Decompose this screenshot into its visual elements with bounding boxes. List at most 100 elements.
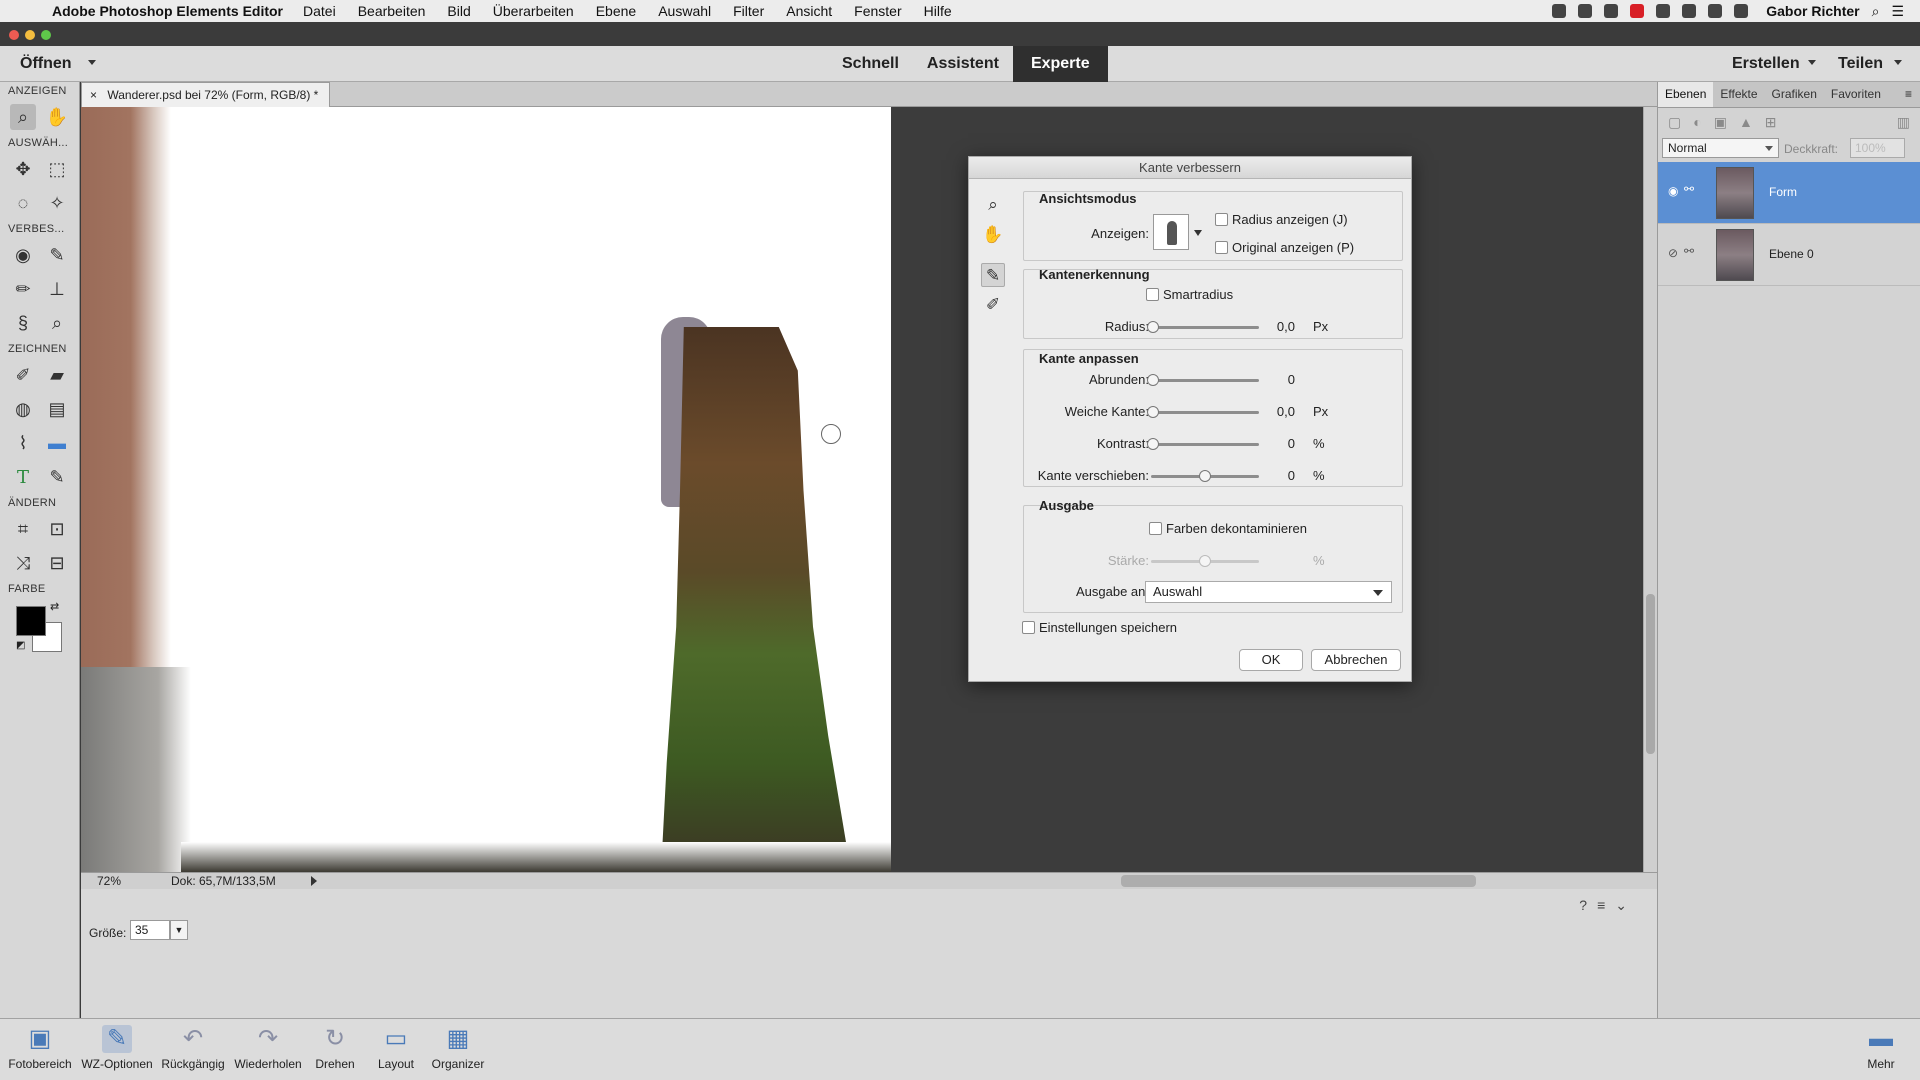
options-menu-icon[interactable]: ≡ xyxy=(1597,897,1615,913)
contrast-slider[interactable] xyxy=(1147,438,1259,450)
chevron-down-icon[interactable] xyxy=(88,60,96,65)
lock-icon[interactable]: ▲ xyxy=(1739,114,1753,130)
clock-icon[interactable] xyxy=(1682,4,1697,18)
link-icon[interactable]: ⚯ xyxy=(1684,182,1694,196)
output-to-select[interactable]: Auswahl xyxy=(1145,581,1392,603)
layout-button[interactable]: ▭ Layout xyxy=(368,1019,424,1080)
tab-favoriten[interactable]: Favoriten xyxy=(1824,82,1888,107)
user-name[interactable]: Gabor Richter xyxy=(1766,3,1859,19)
paint-bucket-tool-icon[interactable]: ◍ xyxy=(10,396,36,422)
menu-hilfe[interactable]: Hilfe xyxy=(924,3,952,19)
layer-row-ebene-0[interactable]: ⊘ ⚯ Ebene 0 xyxy=(1658,224,1920,286)
size-input[interactable]: 35 xyxy=(130,920,170,940)
opacity-input[interactable]: 100% xyxy=(1850,138,1905,158)
gradient-tool-icon[interactable]: ▤ xyxy=(44,396,70,422)
shift-edge-slider-knob[interactable] xyxy=(1199,470,1211,482)
straighten-tool-icon[interactable]: ⊟ xyxy=(44,550,70,576)
cancel-button[interactable]: Abbrechen xyxy=(1311,649,1401,671)
blur-tool-icon[interactable]: § xyxy=(10,310,36,336)
hand-tool-icon[interactable]: ✋ xyxy=(44,104,70,130)
red-eye-tool-icon[interactable]: ◉ xyxy=(10,242,36,268)
eye-icon[interactable]: ◉ xyxy=(1668,184,1678,198)
layer-mask-icon[interactable]: ▣ xyxy=(1714,114,1727,131)
marquee-tool-icon[interactable]: ⬚ xyxy=(44,156,70,182)
link-icon[interactable]: ⚯ xyxy=(1684,244,1694,258)
zoom-window-button[interactable] xyxy=(41,30,51,40)
move-tool-icon[interactable]: ✥ xyxy=(10,156,36,182)
document-image[interactable] xyxy=(81,107,891,872)
menu-ueberarbeiten[interactable]: Überarbeiten xyxy=(493,3,574,19)
blend-mode-select[interactable]: Normal xyxy=(1662,138,1779,158)
collapse-icon[interactable]: ⌄ xyxy=(1615,897,1637,913)
brush-tool-icon[interactable]: ✐ xyxy=(10,362,36,388)
show-original-checkbox[interactable] xyxy=(1215,241,1228,254)
chevron-down-icon[interactable] xyxy=(1194,230,1202,236)
shape-tool-icon[interactable]: ▬ xyxy=(44,430,70,456)
undo-button[interactable]: ↶ Rückgängig xyxy=(158,1019,228,1080)
open-button[interactable]: Öffnen xyxy=(20,55,72,73)
tray-app-icon[interactable] xyxy=(1604,4,1619,18)
ok-button[interactable]: OK xyxy=(1239,649,1303,671)
decontaminate-colors-checkbox[interactable] xyxy=(1149,522,1162,535)
smooth-slider-knob[interactable] xyxy=(1147,374,1159,386)
panel-menu-icon[interactable]: ≡ xyxy=(1905,82,1920,107)
default-colors-icon[interactable]: ◩ xyxy=(16,640,25,651)
lock-all-icon[interactable]: ⊞ xyxy=(1765,114,1777,131)
volume-icon[interactable] xyxy=(1734,4,1749,18)
close-tab-icon[interactable]: × xyxy=(90,88,97,102)
document-tab[interactable]: × Wanderer.psd bei 72% (Form, RGB/8) * xyxy=(81,82,330,107)
crop-tool-icon[interactable]: ⌗ xyxy=(10,516,36,542)
zoom-level[interactable]: 72% xyxy=(97,873,121,889)
menu-fenster[interactable]: Fenster xyxy=(854,3,901,19)
tray-app-icon[interactable] xyxy=(1656,4,1671,18)
content-aware-move-tool-icon[interactable]: ⤨ xyxy=(10,550,36,576)
eraser-tool-icon[interactable]: ▰ xyxy=(44,362,70,388)
menu-bearbeiten[interactable]: Bearbeiten xyxy=(358,3,426,19)
foreground-color-swatch[interactable] xyxy=(16,606,46,636)
feather-slider[interactable] xyxy=(1147,406,1259,418)
list-icon[interactable]: ☰ xyxy=(1891,3,1904,20)
wifi-icon[interactable] xyxy=(1708,4,1723,18)
chevron-down-icon[interactable] xyxy=(1808,60,1816,65)
view-mode-thumbnail[interactable] xyxy=(1153,214,1189,250)
radius-slider[interactable] xyxy=(1147,321,1259,333)
horizontal-scroll-thumb[interactable] xyxy=(1121,875,1476,887)
radius-slider-knob[interactable] xyxy=(1147,321,1159,333)
clone-stamp-tool-icon[interactable]: ⊥ xyxy=(44,276,70,302)
create-button[interactable]: Erstellen xyxy=(1732,55,1800,73)
refine-radius-tool-icon[interactable]: ✎ xyxy=(981,263,1005,287)
tab-ebenen[interactable]: Ebenen xyxy=(1658,82,1714,107)
app-name-menu[interactable]: Adobe Photoshop Elements Editor xyxy=(52,3,283,19)
rotate-button[interactable]: ↻ Drehen xyxy=(308,1019,362,1080)
search-icon[interactable]: ⌕ xyxy=(1872,3,1880,20)
redo-button[interactable]: ↷ Wiederholen xyxy=(230,1019,306,1080)
sponge-tool-icon[interactable]: ⌕ xyxy=(44,310,70,336)
organizer-button[interactable]: ▦ Organizer xyxy=(428,1019,488,1080)
tab-effekte[interactable]: Effekte xyxy=(1713,82,1764,107)
zoom-tool-icon[interactable]: ⌕ xyxy=(981,193,1005,217)
magic-wand-tool-icon[interactable]: ✧ xyxy=(44,190,70,216)
eye-hidden-icon[interactable]: ⊘ xyxy=(1668,246,1678,260)
trash-icon[interactable]: ▥ xyxy=(1897,114,1910,131)
remember-settings-checkbox[interactable] xyxy=(1022,621,1035,634)
recompose-tool-icon[interactable]: ⊡ xyxy=(44,516,70,542)
vertical-scroll-thumb[interactable] xyxy=(1646,594,1655,754)
tray-app-icon[interactable] xyxy=(1578,4,1593,18)
menu-bild[interactable]: Bild xyxy=(447,3,470,19)
smart-radius-checkbox[interactable] xyxy=(1146,288,1159,301)
eyedropper-tool-icon[interactable]: ⌇ xyxy=(10,430,36,456)
record-icon[interactable] xyxy=(1552,4,1567,18)
minimize-window-button[interactable] xyxy=(25,30,35,40)
menu-ansicht[interactable]: Ansicht xyxy=(786,3,832,19)
pencil-tool-icon[interactable]: ✎ xyxy=(44,464,70,490)
swap-colors-icon[interactable]: ⇄ xyxy=(50,600,59,613)
menu-auswahl[interactable]: Auswahl xyxy=(658,3,711,19)
tool-options-button[interactable]: ✎ WZ-Optionen xyxy=(78,1019,156,1080)
lasso-tool-icon[interactable]: ◌ xyxy=(10,190,36,216)
menu-ebene[interactable]: Ebene xyxy=(596,3,636,19)
healing-brush-tool-icon[interactable]: ✎ xyxy=(44,242,70,268)
tab-grafiken[interactable]: Grafiken xyxy=(1765,82,1824,107)
layer-row-form[interactable]: ◉ ⚯ Form xyxy=(1658,162,1920,224)
size-dropdown-button[interactable]: ▼ xyxy=(170,920,188,940)
help-icon[interactable]: ? xyxy=(1579,897,1597,913)
